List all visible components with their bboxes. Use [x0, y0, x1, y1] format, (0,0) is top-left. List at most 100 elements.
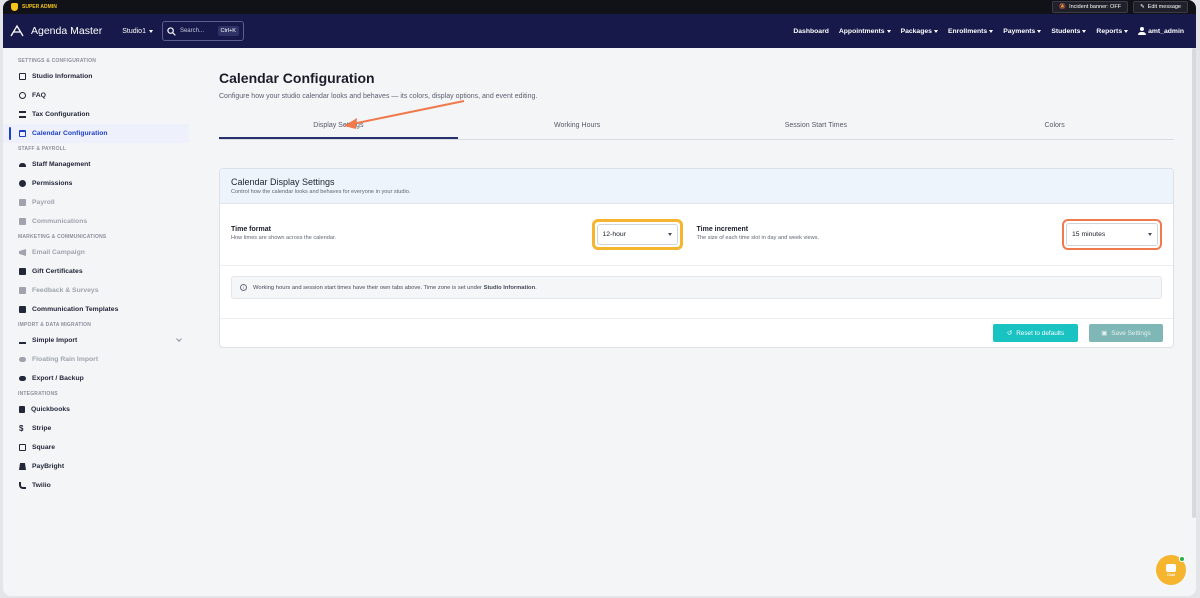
sidebar-item-gift-certificates[interactable]: Gift Certificates: [3, 262, 189, 281]
chevron-down-icon: [1124, 29, 1129, 33]
super-admin-badge: SUPER ADMIN: [11, 3, 57, 11]
page-scrollbar[interactable]: [1192, 48, 1196, 518]
sidebar-item-twilio[interactable]: Twilio: [3, 476, 189, 495]
sidebar-item-label: FAQ: [32, 92, 46, 99]
gift-icon: [19, 268, 26, 275]
square-icon: [19, 444, 26, 451]
sidebar-item-label: Feedback & Surveys: [32, 287, 99, 294]
app-logo[interactable]: Agenda Master: [10, 24, 102, 38]
nav-payments[interactable]: Payments: [1003, 28, 1042, 35]
sidebar-item-payroll[interactable]: Payroll: [3, 193, 189, 212]
time-format-highlight: 12-hour: [591, 219, 683, 250]
sidebar-item-calendar-configuration[interactable]: Calendar Configuration: [3, 124, 189, 143]
sidebar-item-communications[interactable]: Communications: [3, 212, 189, 231]
incident-banner-button[interactable]: 🔕 Incident banner: OFF: [1052, 1, 1129, 13]
sidebar-item-label: Calendar Configuration: [32, 130, 108, 137]
nav-dashboard-label: Dashboard: [793, 27, 829, 35]
sidebar-item-label: Gift Certificates: [32, 268, 83, 275]
sidebar-item-email-campaign[interactable]: Email Campaign: [3, 243, 189, 262]
sidebar-item-tax-configuration[interactable]: Tax Configuration: [3, 105, 189, 124]
sidebar-item-label: Square: [32, 444, 56, 451]
register-icon: [19, 463, 26, 470]
sidebar-item-permissions[interactable]: Permissions: [3, 174, 189, 193]
sidebar-item-paybright[interactable]: PayBright: [3, 457, 189, 476]
shield-icon: [11, 3, 18, 11]
time-increment-label: Time increment: [696, 226, 749, 233]
bell-off-icon: 🔕: [1059, 4, 1067, 10]
money-icon: [19, 199, 26, 206]
nav-students[interactable]: Students: [1051, 27, 1087, 35]
app-window: SUPER ADMIN 🔕 Incident banner: OFF ✎ Edi…: [3, 0, 1196, 596]
chevron-down-icon: [886, 29, 891, 33]
sidebar-item-square[interactable]: Square: [3, 438, 189, 457]
time-increment-highlight: 15 minutes: [1062, 219, 1162, 250]
sidebar-item-stripe[interactable]: $ Stripe: [3, 419, 189, 438]
edit-message-label: Edit message: [1147, 4, 1181, 10]
key-icon: [19, 180, 26, 187]
user-icon: [1138, 27, 1147, 35]
nav-packages[interactable]: Packages: [901, 28, 938, 35]
nav-enrollments[interactable]: Enrollments: [948, 28, 994, 35]
save-label: Save Settings: [1111, 329, 1151, 337]
document-icon: [19, 406, 25, 413]
chevron-down-icon: [667, 233, 672, 236]
search-box[interactable]: Search... Ctrl+K: [161, 21, 244, 41]
time-format-value: 12-hour: [602, 231, 626, 238]
nav-reports-label: Reports: [1096, 27, 1123, 35]
chevron-down-icon: [933, 29, 938, 33]
studio-name: Studio1: [122, 27, 146, 35]
nav-dashboard[interactable]: Dashboard: [793, 28, 829, 35]
edit-message-button[interactable]: ✎ Edit message: [1133, 1, 1188, 13]
chat-button[interactable]: Chat: [1156, 555, 1186, 585]
reset-icon: ↺: [1006, 330, 1013, 337]
tab-working-hours[interactable]: Working Hours: [458, 122, 697, 139]
megaphone-icon: [19, 249, 26, 256]
sidebar-item-faq[interactable]: FAQ: [3, 86, 189, 105]
download-icon: [19, 337, 26, 344]
sidebar-item-floating-rain-import[interactable]: Floating Rain Import: [3, 350, 189, 369]
card-header: Calendar Display Settings Control how th…: [220, 169, 1173, 204]
card-subtitle: Control how the calendar looks and behav…: [231, 189, 411, 195]
save-settings-button[interactable]: ▣ Save Settings: [1089, 324, 1163, 342]
time-format-select[interactable]: 12-hour: [596, 224, 678, 245]
cloud-upload-icon: [19, 376, 26, 381]
user-menu[interactable]: amt_admin: [1138, 27, 1184, 35]
studio-switcher[interactable]: Studio1: [122, 28, 153, 35]
sidebar-item-label: Staff Management: [32, 161, 91, 168]
dancer-logo-icon: [10, 24, 24, 37]
reset-label: Reset to defaults: [1016, 329, 1065, 337]
sidebar-item-label: Twilio: [32, 482, 51, 489]
sidebar-item-label: Permissions: [32, 180, 73, 187]
config-tabs: Display Settings Working Hours Session S…: [219, 122, 1174, 140]
card-icon: [19, 73, 26, 80]
notice-prefix: Working hours and session start times ha…: [253, 284, 484, 291]
sidebar-item-staff-management[interactable]: Staff Management: [3, 155, 189, 174]
sidebar-section-import: IMPORT & DATA MIGRATION: [18, 322, 92, 328]
studio-information-link[interactable]: Studio Information: [484, 285, 536, 291]
tab-colors[interactable]: Colors: [935, 122, 1174, 139]
settings-row: Time format How times are shown across t…: [220, 204, 1173, 266]
sidebar-item-quickbooks[interactable]: Quickbooks: [3, 400, 189, 419]
time-increment-select[interactable]: 15 minutes: [1066, 223, 1158, 246]
reset-defaults-button[interactable]: ↺ Reset to defaults: [993, 324, 1078, 342]
chevron-down-icon: [148, 29, 153, 33]
tab-display-settings[interactable]: Display Settings: [219, 122, 458, 139]
chevron-down-icon: [989, 29, 994, 33]
sidebar-item-studio-information[interactable]: Studio Information: [3, 67, 189, 86]
sidebar-item-label: Tax Configuration: [32, 111, 90, 118]
display-settings-card: Calendar Display Settings Control how th…: [219, 168, 1174, 348]
sidebar-item-communication-templates[interactable]: Communication Templates: [3, 300, 189, 319]
sidebar-item-simple-import[interactable]: Simple Import: [3, 331, 189, 350]
tab-session-start-times[interactable]: Session Start Times: [697, 122, 936, 139]
sidebar-item-export-backup[interactable]: Export / Backup: [3, 369, 189, 388]
sidebar-item-feedback-surveys[interactable]: Feedback & Surveys: [3, 281, 189, 300]
nav-reports[interactable]: Reports: [1096, 27, 1129, 35]
cloud-icon: [19, 357, 26, 362]
nav-packages-label: Packages: [900, 27, 932, 35]
nav-students-label: Students: [1051, 27, 1081, 35]
super-admin-label: SUPER ADMIN: [22, 4, 57, 10]
nav-appointments-label: Appointments: [838, 27, 885, 35]
sidebar-item-label: Communication Templates: [32, 306, 119, 313]
nav-appointments[interactable]: Appointments: [839, 28, 891, 35]
sidebar-item-label: Quickbooks: [31, 406, 70, 413]
